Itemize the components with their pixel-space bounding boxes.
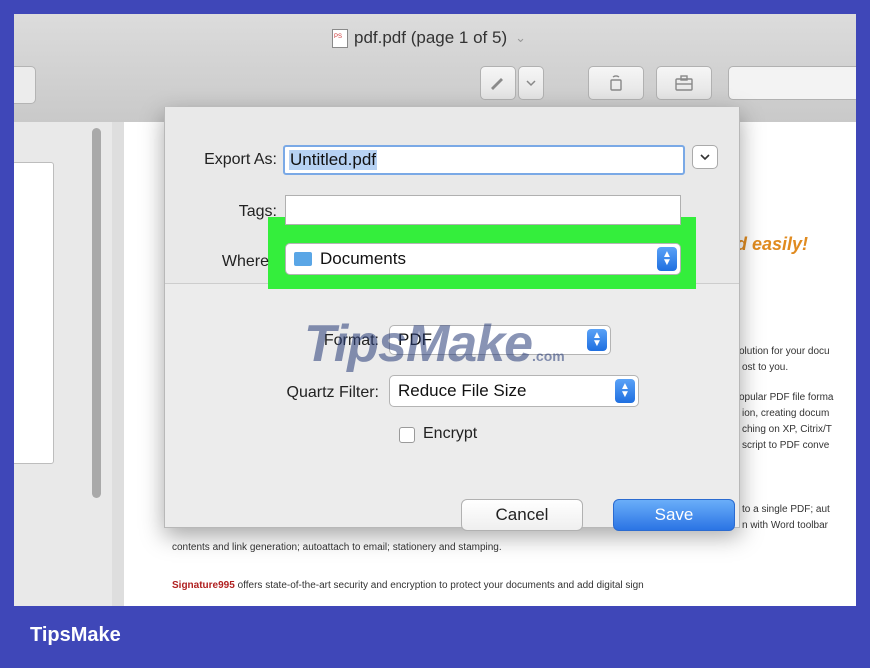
doc-line: ching on XP, Citrix/T [742, 424, 832, 435]
tags-label: Tags: [238, 203, 277, 220]
export-as-value: Untitled.pdf [289, 150, 377, 170]
chevron-down-icon[interactable]: ⌄ [515, 30, 526, 46]
stepper-arrows-icon: ▲ ▼ [657, 247, 677, 271]
folder-icon [294, 252, 312, 266]
brand-label: TipsMake [30, 624, 121, 646]
thumbnail-sidebar [14, 122, 113, 606]
encrypt-checkbox[interactable] [399, 427, 415, 443]
doc-line: opular PDF file forma [739, 392, 834, 403]
doc-line: ost to you. [742, 362, 789, 373]
encrypt-label[interactable]: Encrypt [423, 425, 477, 443]
window-title-text: pdf.pdf (page 1 of 5) [354, 28, 508, 47]
doc-line: script to PDF conve [742, 440, 830, 451]
watermark-logo: TipsMake.com [304, 315, 565, 373]
stepper-arrows-icon: ▲ ▼ [615, 379, 635, 403]
rotate-icon [610, 75, 622, 91]
expand-dialog-button[interactable] [692, 145, 718, 169]
app-window: pdf.pdf (page 1 of 5) ⌄ Q d easily! olut… [14, 14, 856, 606]
doc-line: olution for your docu [739, 346, 830, 357]
window-title[interactable]: pdf.pdf (page 1 of 5) ⌄ [332, 28, 526, 48]
signature-text: offers state-of-the-art security and enc… [234, 580, 644, 591]
document-icon [332, 28, 348, 48]
chevron-down-icon [526, 80, 536, 87]
save-button[interactable]: Save [613, 499, 735, 531]
export-as-label: Export As: [204, 151, 277, 168]
where-label: Where [221, 253, 269, 270]
doc-line: contents and link generation; autoattach… [172, 542, 502, 553]
signature-paragraph: Signature995 offers state-of-the-art sec… [172, 580, 644, 591]
tags-field[interactable] [285, 195, 681, 225]
doc-line: to a single PDF; aut [742, 504, 830, 515]
document-headline: d easily! [736, 234, 809, 254]
rotate-button[interactable] [588, 66, 644, 100]
toolbox-button[interactable] [656, 66, 712, 100]
sidebar-scrollbar[interactable] [92, 128, 101, 498]
doc-line: ion, creating docum [742, 408, 830, 419]
search-field[interactable]: Q [728, 66, 856, 100]
markup-pen-button[interactable] [480, 66, 516, 100]
cancel-button[interactable]: Cancel [461, 499, 583, 531]
pen-icon [491, 78, 503, 90]
signature-link[interactable]: Signature995 [172, 580, 235, 591]
where-value: Documents [320, 249, 406, 268]
where-popup[interactable]: Documents ▲ ▼ [285, 243, 681, 275]
quartz-filter-label: Quartz Filter: [286, 384, 379, 401]
sidebar-toggle-button[interactable] [14, 66, 36, 104]
doc-line: n with Word toolbar [742, 520, 828, 531]
quartz-filter-popup[interactable]: Reduce File Size ▲ ▼ [389, 375, 639, 407]
content-gutter [112, 122, 124, 606]
markup-menu-button[interactable] [518, 66, 544, 100]
toolbox-icon [675, 75, 693, 91]
stepper-arrows-icon: ▲ ▼ [587, 329, 607, 351]
chevron-down-icon [700, 153, 710, 160]
quartz-filter-value: Reduce File Size [398, 381, 527, 400]
export-as-field[interactable]: Untitled.pdf [283, 145, 685, 175]
page-thumbnail[interactable] [14, 162, 54, 464]
